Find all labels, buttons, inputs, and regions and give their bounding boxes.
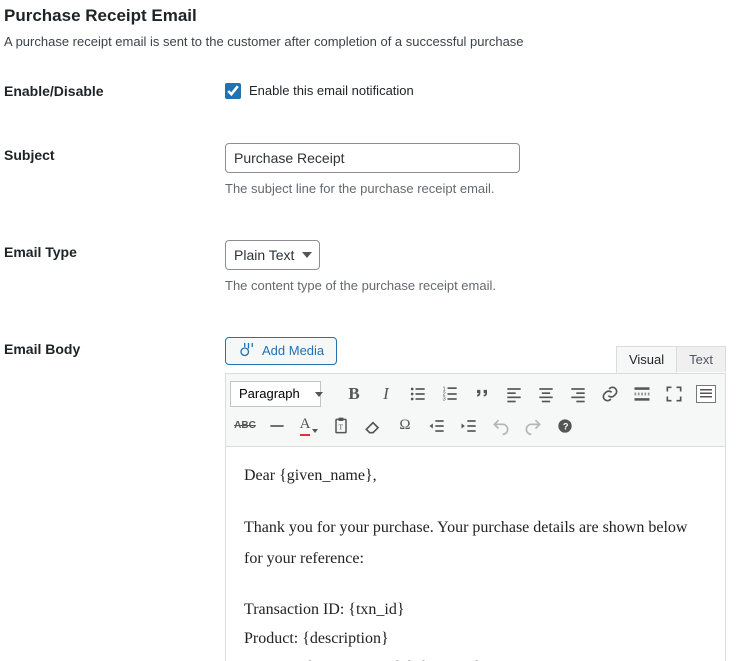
redo-icon [523,416,543,436]
email-type-select[interactable]: Plain Text [225,240,320,270]
body-product: Product: {description} [244,625,707,654]
fullscreen-icon [664,384,684,404]
outdent-icon [427,416,447,436]
link-button[interactable] [595,380,625,408]
read-more-icon [632,384,652,404]
clipboard-icon: T [331,416,351,436]
tab-visual[interactable]: Visual [616,346,677,373]
kitchen-sink-button[interactable] [691,380,721,408]
media-icon [238,342,256,360]
paste-text-button[interactable]: T [326,412,356,440]
svg-text:3: 3 [443,396,446,402]
text-color-button[interactable]: A [294,412,324,440]
rich-text-editor: Visual Text Paragraph B I [225,373,726,661]
body-amount: Amount: {currency_code} {amount} [244,654,707,661]
help-button[interactable]: ? [550,412,580,440]
hr-button[interactable] [262,412,292,440]
bold-button[interactable]: B [339,380,369,408]
enable-checkbox[interactable] [225,83,241,99]
undo-icon [491,416,511,436]
indent-button[interactable] [454,412,484,440]
align-right-button[interactable] [563,380,593,408]
email-type-label: Email Type [4,216,225,313]
indent-icon [459,416,479,436]
subject-label: Subject [4,119,225,216]
fullscreen-button[interactable] [659,380,689,408]
outdent-button[interactable] [422,412,452,440]
subject-input[interactable] [225,143,520,173]
enable-label: Enable/Disable [4,73,225,119]
svg-text:?: ? [563,421,569,431]
editor-content[interactable]: Dear {given_name}, Thank you for your pu… [226,447,725,661]
body-greeting: Dear {given_name}, [244,461,707,491]
align-center-button[interactable] [531,380,561,408]
subject-help: The subject line for the purchase receip… [225,181,726,196]
align-right-icon [568,384,588,404]
redo-button[interactable] [518,412,548,440]
help-icon: ? [555,416,575,436]
body-txn: Transaction ID: {txn_id} [244,596,707,625]
ul-button[interactable] [403,380,433,408]
list-ol-icon: 123 [440,384,460,404]
read-more-button[interactable] [627,380,657,408]
kitchen-sink-icon [696,385,716,403]
format-dropdown[interactable]: Paragraph [230,381,321,407]
tab-text[interactable]: Text [676,346,726,372]
align-left-icon [504,384,524,404]
link-icon [600,384,620,404]
undo-button[interactable] [486,412,516,440]
special-char-button[interactable]: Ω [390,412,420,440]
list-ul-icon [408,384,428,404]
eraser-icon [363,416,383,436]
align-center-icon [536,384,556,404]
italic-button[interactable]: I [371,380,401,408]
svg-text:T: T [339,422,344,431]
clear-format-button[interactable] [358,412,388,440]
body-intro: Thank you for your purchase. Your purcha… [244,513,707,574]
blockquote-button[interactable] [467,380,497,408]
ol-button[interactable]: 123 [435,380,465,408]
body-label: Email Body [4,313,225,661]
add-media-button[interactable]: Add Media [225,337,337,365]
quote-icon [472,384,492,404]
page-description: A purchase receipt email is sent to the … [4,32,736,53]
strike-button[interactable]: ABC [230,412,260,440]
align-left-button[interactable] [499,380,529,408]
enable-checkbox-label: Enable this email notification [249,83,414,98]
email-type-help: The content type of the purchase receipt… [225,278,726,293]
page-title: Purchase Receipt Email [4,4,736,28]
hr-icon [267,416,287,436]
